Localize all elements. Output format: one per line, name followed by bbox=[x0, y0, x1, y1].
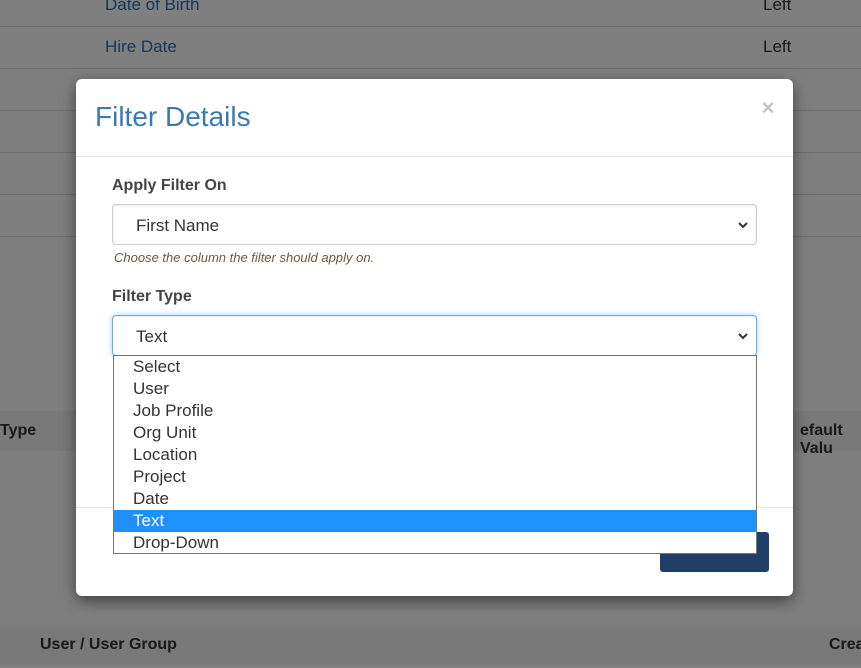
apply-filter-on-label: Apply Filter On bbox=[112, 177, 227, 194]
chevron-down-icon bbox=[738, 333, 748, 340]
option-date[interactable]: Date bbox=[114, 488, 756, 510]
option-drop-down[interactable]: Drop-Down bbox=[114, 532, 756, 554]
filter-type-options: Select User Job Profile Org Unit Locatio… bbox=[113, 355, 757, 554]
option-job-profile[interactable]: Job Profile bbox=[114, 400, 756, 422]
option-select[interactable]: Select bbox=[114, 356, 756, 378]
option-text[interactable]: Text bbox=[114, 510, 756, 532]
option-user[interactable]: User bbox=[114, 378, 756, 400]
filter-type-label: Filter Type bbox=[112, 288, 192, 305]
option-project[interactable]: Project bbox=[114, 466, 756, 488]
modal-title: Filter Details bbox=[95, 101, 251, 132]
apply-filter-on-value: First Name bbox=[136, 216, 220, 235]
modal-header: Filter Details × bbox=[76, 79, 793, 157]
filter-type-select[interactable]: Text bbox=[112, 315, 757, 356]
option-location[interactable]: Location bbox=[114, 444, 756, 466]
apply-filter-on-help: Choose the column the filter should appl… bbox=[114, 250, 375, 265]
option-org-unit[interactable]: Org Unit bbox=[114, 422, 756, 444]
chevron-down-icon bbox=[738, 222, 748, 229]
close-icon[interactable]: × bbox=[758, 95, 778, 121]
filter-type-value: Text bbox=[136, 327, 168, 346]
apply-filter-on-select[interactable]: First Name bbox=[112, 204, 757, 245]
